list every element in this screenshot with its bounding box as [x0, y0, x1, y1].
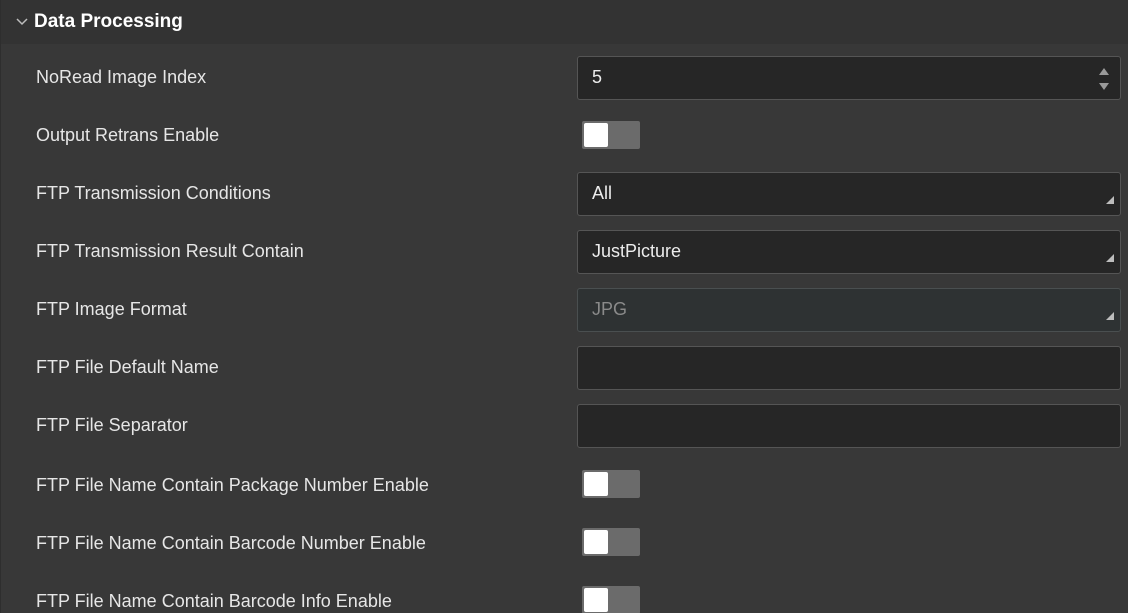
row-label: FTP File Default Name — [36, 356, 219, 377]
row-label: FTP Transmission Result Contain — [36, 240, 304, 261]
property-panel: Data Processing NoRead Image Index 5 Out… — [0, 0, 1128, 613]
row-label: FTP File Name Contain Package Number Ena… — [36, 474, 429, 495]
row-label: FTP File Name Contain Barcode Number Ena… — [36, 532, 426, 553]
package-number-enable-toggle[interactable] — [582, 470, 640, 498]
row-label: FTP File Name Contain Barcode Info Enabl… — [36, 590, 392, 611]
row-label: Output Retrans Enable — [36, 124, 220, 145]
row-label: NoRead Image Index — [36, 66, 207, 87]
field-value: JustPicture — [592, 241, 682, 261]
row-ftp-image-format: FTP Image Format JPG — [1, 280, 1128, 338]
dropdown-corner-icon — [1106, 304, 1114, 325]
row-label: FTP Image Format — [36, 298, 187, 319]
field-value: JPG — [592, 299, 628, 319]
field-value: 5 — [592, 67, 603, 87]
ftp-image-format-select: JPG — [577, 288, 1121, 332]
row-ftp-transmission-result-contain: FTP Transmission Result Contain JustPict… — [1, 222, 1128, 280]
row-noread-image-index: NoRead Image Index 5 — [1, 48, 1128, 106]
dropdown-corner-icon — [1106, 246, 1114, 267]
section-header-data-processing[interactable]: Data Processing — [1, 0, 1128, 44]
toggle-knob — [584, 530, 608, 554]
row-ftp-file-name-barcode-info-enable: FTP File Name Contain Barcode Info Enabl… — [1, 572, 1128, 613]
spin-arrows-icon[interactable] — [1098, 65, 1110, 93]
row-label: FTP Transmission Conditions — [36, 182, 271, 203]
ftp-file-separator-input[interactable] — [577, 404, 1121, 448]
noread-image-index-spinbox[interactable]: 5 — [577, 56, 1121, 100]
row-ftp-file-name-package-number-enable: FTP File Name Contain Package Number Ena… — [1, 456, 1128, 514]
row-ftp-file-separator: FTP File Separator — [1, 396, 1128, 454]
ftp-transmission-conditions-select[interactable]: All — [577, 172, 1121, 216]
row-ftp-file-default-name: FTP File Default Name — [1, 338, 1128, 396]
ftp-file-default-name-input[interactable] — [577, 346, 1121, 390]
barcode-info-enable-toggle[interactable] — [582, 586, 640, 613]
toggle-knob — [584, 588, 608, 612]
row-ftp-transmission-conditions: FTP Transmission Conditions All — [1, 164, 1128, 222]
toggle-knob — [584, 123, 608, 147]
toggle-knob — [584, 472, 608, 496]
row-ftp-file-name-barcode-number-enable: FTP File Name Contain Barcode Number Ena… — [1, 514, 1128, 572]
row-output-retrans-enable: Output Retrans Enable — [1, 106, 1128, 164]
barcode-number-enable-toggle[interactable] — [582, 528, 640, 556]
field-value: All — [592, 183, 613, 203]
dropdown-corner-icon — [1106, 188, 1114, 209]
output-retrans-enable-toggle[interactable] — [582, 121, 640, 149]
chevron-down-icon[interactable] — [12, 12, 32, 32]
row-label: FTP File Separator — [36, 414, 188, 435]
section-title: Data Processing — [34, 11, 183, 32]
ftp-transmission-result-contain-select[interactable]: JustPicture — [577, 230, 1121, 274]
